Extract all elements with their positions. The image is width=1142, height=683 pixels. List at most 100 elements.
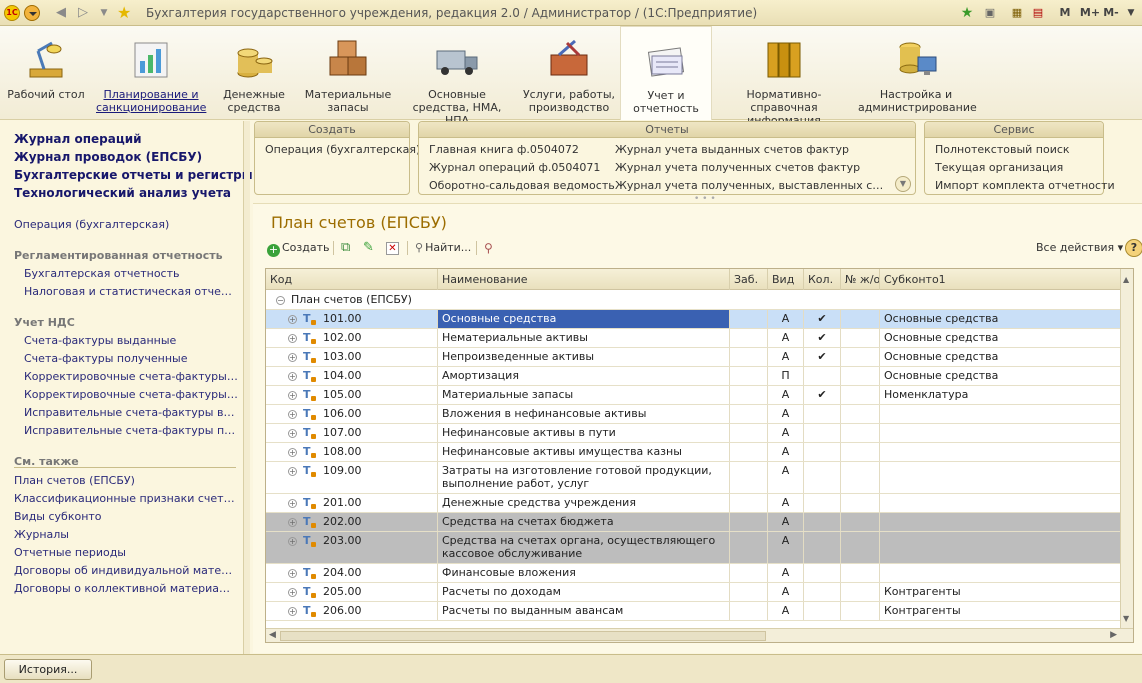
main-menu-icon[interactable] [24,5,40,21]
nav-regulated-item[interactable]: Налоговая и статистическая отчетность [24,285,238,298]
calculator-icon[interactable]: ▦ [1009,4,1025,22]
table-row[interactable]: + T 107.00 Нефинансовые активы в пути А [266,424,1120,443]
subconto-cell[interactable] [880,532,1120,563]
subconto-cell[interactable] [880,564,1120,582]
table-row[interactable]: + T 201.00 Денежные средства учреждения А [266,494,1120,513]
nav-see-also-item[interactable]: Журналы [14,528,236,541]
collapse-icon[interactable]: − [276,296,285,305]
nav-operation[interactable]: Операция (бухгалтерская) [14,218,169,231]
scroll-down-icon[interactable]: ▼ [1123,614,1129,623]
report-link[interactable]: Главная книга ф.0504072 [429,143,579,156]
quantity-cell[interactable] [804,462,841,493]
nav-vat-item[interactable]: Исправительные счета-фактуры полученные [24,424,238,437]
scroll-right-icon[interactable]: ▶ [1110,630,1117,640]
code-cell[interactable]: + T 103.00 [266,348,438,366]
report-link[interactable]: Журнал операций ф.0504071 [429,161,600,174]
expand-icon[interactable]: + [288,429,297,438]
code-cell[interactable]: + T 109.00 [266,462,438,493]
subconto-cell[interactable]: Основные средства [880,310,1120,328]
journal-no-cell[interactable] [841,348,880,366]
quantity-cell[interactable] [804,513,841,531]
subconto-cell[interactable]: Основные средства [880,348,1120,366]
create-button[interactable]: + Создать [267,238,330,258]
column-header-offbalance[interactable]: Заб. [730,269,768,290]
offbalance-cell[interactable] [730,583,768,601]
offbalance-cell[interactable] [730,348,768,366]
type-cell[interactable]: А [768,348,804,366]
type-cell[interactable]: А [768,513,804,531]
memory-minus-button[interactable]: M- [1101,4,1121,22]
section-fixed-assets[interactable]: Основные средства, НМА, НПА [400,26,514,127]
code-cell[interactable]: + T 203.00 [266,532,438,563]
service-link[interactable]: Полнотекстовый поиск [935,143,1070,156]
nav-accounting-reports[interactable]: Бухгалтерские отчеты и регистры [14,168,253,182]
table-root-row[interactable]: − План счетов (ЕПСБУ) [266,291,1120,310]
journal-no-cell[interactable] [841,424,880,442]
subconto-cell[interactable]: Основные средства [880,367,1120,385]
offbalance-cell[interactable] [730,494,768,512]
offbalance-cell[interactable] [730,443,768,461]
code-cell[interactable]: + T 105.00 [266,386,438,404]
code-cell[interactable]: + T 204.00 [266,564,438,582]
quantity-cell[interactable] [804,532,841,563]
type-cell[interactable]: А [768,386,804,404]
journal-no-cell[interactable] [841,443,880,461]
offbalance-cell[interactable] [730,367,768,385]
subconto-cell[interactable]: Контрагенты [880,602,1120,620]
expand-icon[interactable]: + [288,353,297,362]
column-header-journal-no[interactable]: № ж/о [841,269,880,290]
table-row[interactable]: + T 105.00 Материальные запасы А ✔ Номенклатур… [266,386,1120,405]
offbalance-cell[interactable] [730,532,768,563]
name-cell[interactable]: Средства на счетах органа, осуществляюще… [438,532,730,563]
panel-splitter[interactable] [244,121,250,654]
name-cell[interactable]: Нефинансовые активы имущества казны [438,443,730,461]
journal-no-cell[interactable] [841,386,880,404]
journal-no-cell[interactable] [841,310,880,328]
name-cell[interactable]: Материальные запасы [438,386,730,404]
section-planning[interactable]: Планирование и санкционирование [96,26,206,120]
journal-no-cell[interactable] [841,564,880,582]
offbalance-cell[interactable] [730,462,768,493]
subconto-cell[interactable] [880,443,1120,461]
table-row[interactable]: + T 206.00 Расчеты по выданным авансам А Конт… [266,602,1120,621]
horizontal-splitter[interactable]: • • • [694,195,716,204]
expand-icon[interactable]: + [288,537,297,546]
history-dropdown-icon[interactable]: ▼ [96,5,112,21]
expand-icon[interactable]: + [288,499,297,508]
table-row[interactable]: + T 203.00 Средства на счетах органа, осуще… [266,532,1120,564]
column-header-quantity[interactable]: Кол. [804,269,841,290]
code-cell[interactable]: + T 108.00 [266,443,438,461]
subconto-cell[interactable] [880,424,1120,442]
code-cell[interactable]: + T 104.00 [266,367,438,385]
service-link[interactable]: Текущая организация [935,161,1063,174]
name-cell[interactable]: Финансовые вложения [438,564,730,582]
section-cash[interactable]: Денежные средства [212,26,296,120]
quantity-cell[interactable]: ✔ [804,329,841,347]
name-cell[interactable]: Амортизация [438,367,730,385]
nav-postings-journal[interactable]: Журнал проводок (ЕПСБУ) [14,150,202,164]
type-cell[interactable]: А [768,443,804,461]
section-services[interactable]: Услуги, работы, производство [520,26,618,120]
vertical-scrollbar[interactable]: ▲ ▼ [1120,269,1133,629]
scroll-left-icon[interactable]: ◀ [269,630,276,640]
journal-no-cell[interactable] [841,602,880,620]
section-accounting[interactable]: Учет и отчетность [620,26,712,120]
column-header-name[interactable]: Наименование [438,269,730,290]
journal-no-cell[interactable] [841,405,880,423]
code-cell[interactable]: + T 206.00 [266,602,438,620]
quantity-cell[interactable] [804,424,841,442]
report-link[interactable]: Журнал учета полученных счетов фактур [615,161,891,174]
name-cell[interactable]: Средства на счетах бюджета [438,513,730,531]
table-row[interactable]: + T 101.00 Основные средства А ✔ Основные сред… [266,310,1120,329]
nav-vat-item[interactable]: Корректировочные счета-фактуры полученны… [24,388,238,401]
code-cell[interactable]: + T 106.00 [266,405,438,423]
journal-no-cell[interactable] [841,494,880,512]
journal-no-cell[interactable] [841,462,880,493]
type-cell[interactable]: А [768,602,804,620]
edit-pencil-icon[interactable]: ✎ [363,238,374,258]
name-cell[interactable]: Нефинансовые активы в пути [438,424,730,442]
expand-icon[interactable]: + [288,315,297,324]
type-cell[interactable]: А [768,329,804,347]
code-cell[interactable]: + T 102.00 [266,329,438,347]
quantity-cell[interactable] [804,443,841,461]
